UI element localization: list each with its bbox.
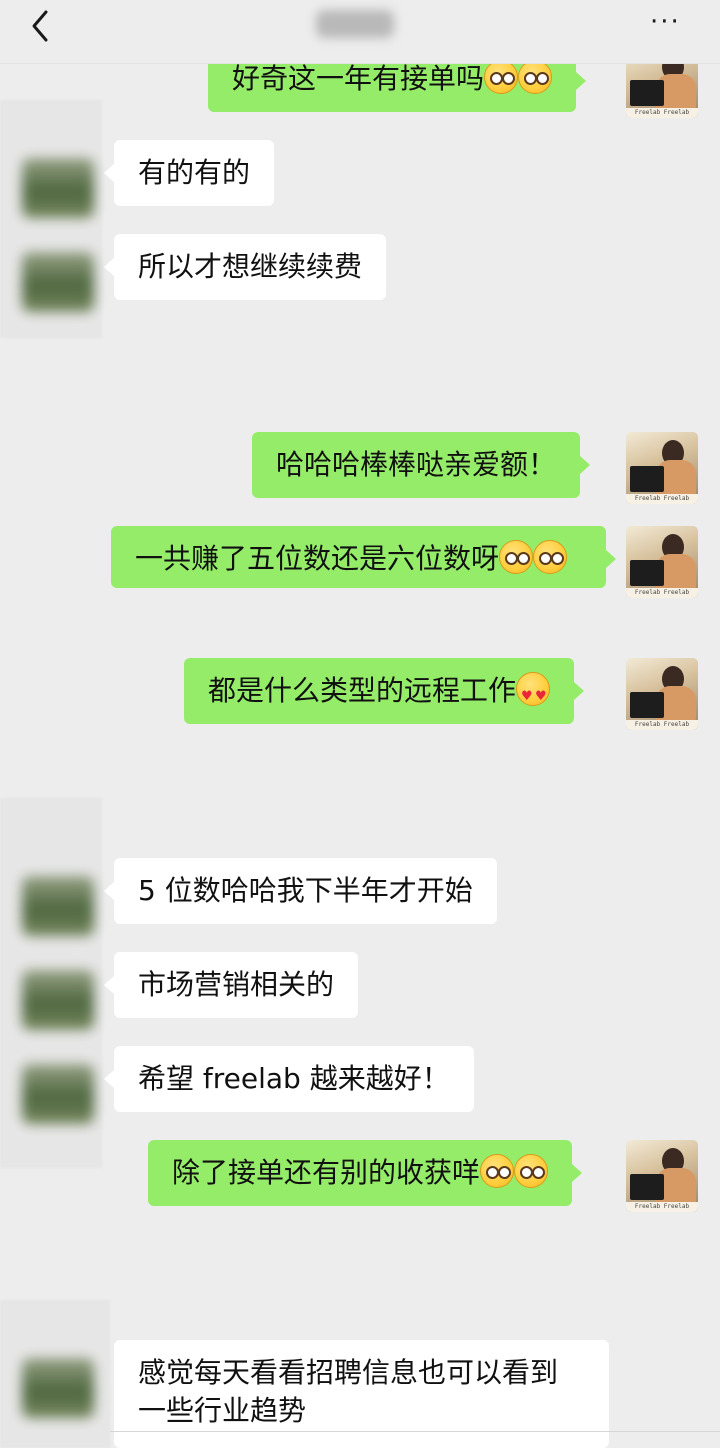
message-text: 好奇这一年有接单吗 (232, 62, 485, 95)
message-bubble-outgoing[interactable]: 都是什么类型的远程工作 (184, 658, 585, 724)
thinking-emoji-icon (480, 1154, 515, 1188)
avatar-blurred[interactable] (22, 876, 94, 936)
message-text: 感觉每天看看招聘信息也可以看到一些行业趋势 (138, 1356, 559, 1427)
message-text: 5 位数哈哈我下半年才开始 (138, 874, 473, 907)
thinking-emoji-icon (518, 60, 553, 94)
thinking-emoji-icon (514, 1154, 549, 1188)
chat-header: ··· (0, 0, 720, 64)
heart-eyes-emoji-icon (516, 672, 551, 716)
avatar-blurred[interactable] (22, 252, 94, 312)
thinking-emoji-icon (484, 60, 519, 94)
message-text: 哈哈哈棒棒哒亲爱额！ (276, 448, 557, 481)
message-bubble-outgoing[interactable]: 一共赚了五位数还是六位数呀 (111, 526, 616, 588)
avatar[interactable]: Freelab Freelab Freelab (626, 432, 698, 504)
avatar-blurred[interactable] (22, 1358, 94, 1418)
chevron-left-icon (32, 10, 48, 42)
message-bubble-incoming[interactable]: 5 位数哈哈我下半年才开始 (104, 858, 497, 924)
message-bubble-outgoing[interactable]: 除了接单还有别的收获咩 (148, 1140, 583, 1206)
avatar[interactable]: Freelab Freelab Freelab (626, 1140, 698, 1212)
thinking-emoji-icon (499, 540, 534, 574)
message-text: 有的有的 (138, 156, 251, 189)
message-text: 希望 freelab 越来越好！ (138, 1062, 450, 1095)
avatar-blurred[interactable] (22, 158, 94, 218)
message-text: 一共赚了五位数还是六位数呀 (135, 542, 500, 575)
more-options-button[interactable]: ··· (650, 9, 690, 35)
divider (110, 1431, 720, 1432)
avatar[interactable]: Freelab Freelab Freelab (626, 658, 698, 730)
back-button[interactable] (24, 6, 60, 46)
message-bubble-incoming[interactable]: 希望 freelab 越来越好！ (104, 1046, 474, 1112)
avatar-blurred[interactable] (22, 1064, 94, 1124)
avatar-blurred[interactable] (22, 970, 94, 1030)
chat-title-blurred (316, 10, 394, 38)
message-text: 都是什么类型的远程工作 (208, 674, 517, 707)
avatar[interactable]: Freelab Freelab Freelab (626, 526, 698, 598)
message-bubble-incoming[interactable]: 市场营销相关的 (103, 952, 359, 1018)
message-text: 除了接单还有别的收获咩 (172, 1156, 481, 1189)
message-bubble-incoming[interactable]: 所以才想继续续费 (103, 234, 387, 300)
thinking-emoji-icon (533, 540, 568, 574)
message-bubble-incoming[interactable]: 有的有的 (103, 140, 275, 206)
message-text: 所以才想继续续费 (138, 250, 363, 283)
message-text: 市场营销相关的 (138, 968, 335, 1001)
message-bubble-outgoing[interactable]: 哈哈哈棒棒哒亲爱额！ (252, 432, 591, 498)
